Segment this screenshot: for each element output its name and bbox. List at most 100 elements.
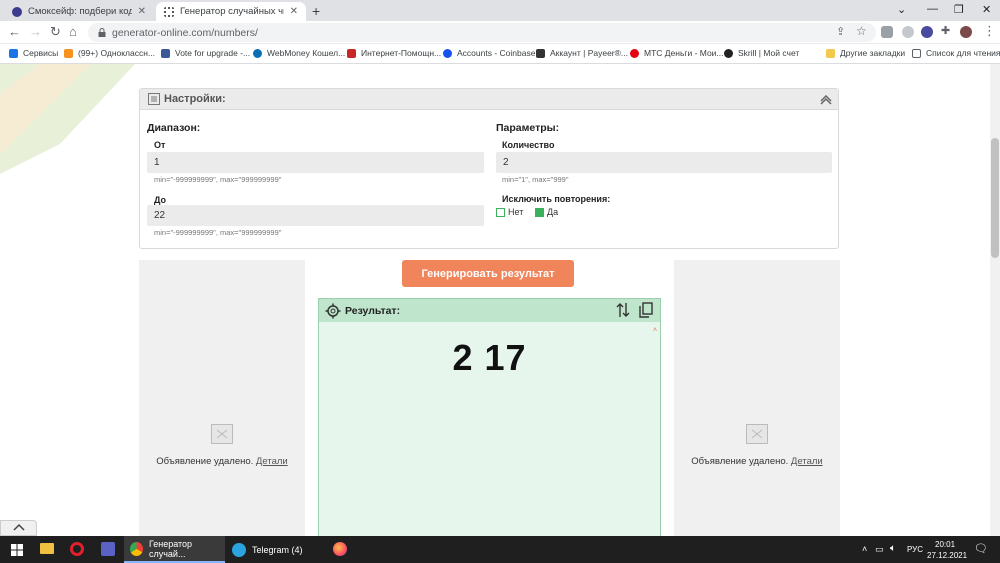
yes-label: Да — [547, 207, 559, 217]
scrollbar-thumb[interactable] — [991, 138, 999, 258]
ad-text: Объявление удалено. — [691, 456, 789, 467]
page-scrollbar[interactable] — [990, 64, 1000, 536]
from-hint: min="-999999999", max="999999999" — [154, 175, 282, 184]
tab-strip: Смоксейф: подбери код и полу ✕ Генератор… — [0, 0, 1000, 21]
tab-smoksafe[interactable]: Смоксейф: подбери код и полу ✕ — [4, 2, 154, 21]
skrill-icon — [724, 48, 733, 58]
scroll-to-top-button[interactable] — [0, 520, 37, 536]
copy-icon[interactable] — [639, 302, 653, 318]
menu-dots-icon[interactable]: ⋮ — [983, 23, 996, 39]
mail-icon — [161, 48, 170, 58]
site-favicon-icon — [12, 6, 22, 17]
firefox-icon[interactable] — [333, 542, 347, 556]
taskbar-app-chrome[interactable]: Генератор случай... — [124, 536, 225, 563]
browser-toolbar: ← → ↻ ⌂ generator-online.com/numbers/ ⇪ … — [0, 21, 1000, 44]
no-label: Нет — [508, 207, 524, 217]
collapse-chevron-icon[interactable] — [820, 95, 832, 105]
new-tab-plus-icon[interactable]: + — [312, 3, 320, 19]
extension-icon[interactable] — [881, 26, 893, 38]
bookmark-vote[interactable]: Vote for upgrade -... — [161, 48, 250, 58]
checkbox-empty-icon — [496, 207, 505, 217]
ad-details-link[interactable]: Детали — [791, 456, 823, 467]
taskbar-app-telegram[interactable]: Telegram (4) — [226, 536, 326, 563]
tab-generator[interactable]: Генератор случайных чисел он ✕ — [156, 2, 306, 21]
bookmark-label: (99+) Одноклассн... — [78, 48, 156, 58]
exclude-no-option[interactable]: Нет — [496, 207, 523, 217]
apps-grid-icon — [9, 48, 18, 58]
notifications-icon[interactable]: 🗨︎ — [974, 542, 988, 555]
bookmark-payeer[interactable]: Аккаунт | Payeer®... — [536, 48, 628, 58]
ad-text: Объявление удалено. — [156, 456, 254, 467]
forward-arrow-icon[interactable]: → — [29, 24, 42, 39]
save-app-icon[interactable] — [101, 542, 115, 556]
home-icon[interactable]: ⌂ — [69, 24, 77, 39]
ok-icon — [64, 48, 73, 58]
bookmark-mts[interactable]: МТС Деньги - Мои... — [630, 48, 724, 58]
taskbar-app-label: Генератор случай... — [148, 538, 193, 559]
share-icon[interactable]: ⇪ — [836, 25, 845, 38]
file-explorer-icon[interactable] — [40, 543, 54, 554]
bookmark-skrill[interactable]: Skrill | Мой счет — [724, 48, 799, 58]
clock-date[interactable]: 27.12.2021 — [927, 551, 967, 560]
bookmark-label: Список для чтения — [926, 48, 1000, 58]
close-icon[interactable]: ✕ — [290, 6, 298, 17]
network-icon[interactable]: ▭ — [875, 544, 884, 555]
broken-image-icon — [746, 424, 768, 444]
bookmark-webmoney[interactable]: WebMoney Кошел... — [253, 48, 345, 58]
back-arrow-icon[interactable]: ← — [8, 24, 21, 39]
chevron-down-icon[interactable]: ⌄ — [897, 3, 906, 16]
count-input[interactable]: 2 — [496, 152, 832, 173]
opera-icon[interactable] — [70, 542, 84, 556]
vpn-icon[interactable] — [921, 26, 933, 38]
telegram-icon — [232, 542, 246, 557]
gear-icon[interactable] — [325, 303, 341, 319]
shield-icon[interactable] — [902, 26, 914, 38]
bookmark-services[interactable]: Сервисы — [9, 48, 58, 58]
close-window-icon[interactable]: ✕ — [982, 3, 991, 16]
language-indicator[interactable]: РУС — [907, 545, 923, 554]
scroll-up-icon[interactable]: ˄ — [653, 327, 657, 334]
star-icon[interactable]: ☆ — [856, 24, 867, 38]
volume-icon[interactable]: 🔈︎ — [890, 543, 896, 554]
bookmark-label: Skrill | Мой счет — [738, 48, 800, 58]
result-title: Результат: — [345, 304, 401, 317]
clock-time[interactable]: 20:01 — [935, 540, 955, 549]
sort-icon[interactable] — [616, 302, 630, 318]
count-hint: min="1", max="999" — [502, 175, 569, 184]
from-label: От — [154, 140, 166, 150]
close-icon[interactable]: ✕ — [138, 6, 146, 17]
params-heading: Параметры: — [496, 122, 560, 134]
bookmark-ok[interactable]: (99+) Одноклассн... — [64, 48, 155, 58]
ad-details-link[interactable]: Детали — [256, 456, 288, 467]
chevron-up-icon[interactable]: ˄ — [862, 544, 867, 554]
background-decoration — [0, 64, 135, 174]
bookmark-helper[interactable]: Интернет-Помощн... — [347, 48, 441, 58]
avatar[interactable] — [960, 26, 972, 38]
reload-icon[interactable]: ↻ — [50, 24, 61, 40]
bookmark-reading-list[interactable]: Список для чтения — [912, 48, 1000, 58]
tab-title: Генератор случайных чисел он — [180, 6, 284, 17]
bookmark-coinbase[interactable]: Accounts - Coinbase — [443, 48, 535, 58]
exclude-yes-option[interactable]: Да — [535, 207, 558, 217]
address-bar[interactable]: generator-online.com/numbers/ — [88, 23, 876, 42]
generate-button[interactable]: Генерировать результат — [402, 260, 574, 287]
from-input[interactable]: 1 — [147, 152, 484, 173]
bookmark-label: Accounts - Coinbase — [457, 48, 536, 58]
bookmark-label: Другие закладки — [840, 48, 906, 58]
list-icon — [148, 93, 160, 105]
bookmark-other[interactable]: Другие закладки — [826, 48, 905, 58]
ad-placeholder-right: Объявление удалено. Детали — [674, 260, 840, 536]
to-hint: min="-999999999", max="999999999" — [154, 228, 282, 237]
windows-start-icon[interactable] — [11, 544, 23, 556]
puzzle-icon[interactable]: ✚ — [941, 24, 950, 37]
result-value: 2 17 — [452, 337, 527, 378]
chevron-up-icon — [13, 523, 25, 531]
settings-header[interactable]: Настройки: — [140, 89, 838, 110]
minimize-icon[interactable]: — — [927, 3, 938, 15]
reading-list-icon — [912, 48, 921, 58]
bookmarks-bar: Сервисы (99+) Одноклассн... Vote for upg… — [0, 44, 1000, 64]
to-input[interactable]: 22 — [147, 205, 484, 226]
restore-icon[interactable]: ❐ — [954, 3, 964, 16]
result-panel: Результат: 2 17 ˄ — [318, 298, 661, 536]
ad-removed-text: Объявление удалено. Детали — [139, 456, 305, 467]
